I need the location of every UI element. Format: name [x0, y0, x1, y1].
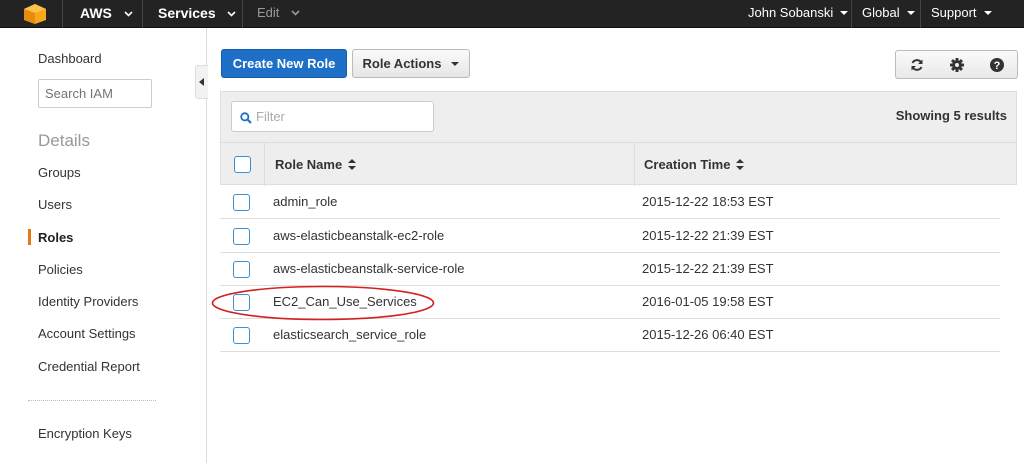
column-role-name-label: Role Name — [275, 157, 343, 172]
region-label: Global — [862, 5, 900, 20]
sidebar-item-policies[interactable]: Policies — [38, 262, 83, 277]
table-row[interactable]: aws-elasticbeanstalk-service-role 2015-1… — [220, 253, 1000, 286]
edit-menu-label: Edit — [257, 5, 280, 20]
collapse-sidebar-button[interactable] — [195, 65, 208, 99]
column-creation-time: Creation Time — [635, 143, 1016, 186]
help-button[interactable]: ? — [977, 50, 1018, 79]
chevron-left-icon — [199, 78, 204, 86]
row-checkbox[interactable] — [233, 294, 250, 311]
top-navigation-bar: AWS Services Edit John Sobanski Global S… — [0, 0, 1024, 28]
table-row[interactable]: EC2_Can_Use_Services 2016-01-05 19:58 ES… — [220, 286, 1000, 319]
edit-menu[interactable]: Edit — [257, 0, 300, 28]
creation-time: 2015-12-26 06:40 EST — [642, 327, 774, 342]
role-name[interactable]: aws-elasticbeanstalk-service-role — [273, 261, 464, 276]
creation-time: 2015-12-22 21:39 EST — [642, 261, 774, 276]
sort-role-name[interactable]: Role Name — [275, 157, 357, 172]
table-row[interactable]: admin_role 2015-12-22 18:53 EST — [220, 186, 1000, 219]
active-indicator — [28, 229, 31, 245]
sidebar-item-groups[interactable]: Groups — [38, 165, 81, 180]
filter-placeholder: Filter — [256, 109, 285, 124]
role-name[interactable]: admin_role — [273, 194, 337, 209]
caret-down-icon — [840, 10, 849, 15]
caret-down-icon — [906, 10, 915, 15]
refresh-button[interactable] — [895, 50, 937, 79]
role-name[interactable]: elasticsearch_service_role — [273, 327, 426, 342]
create-new-role-button[interactable]: Create New Role — [221, 49, 347, 78]
sidebar: Dashboard Details Groups Users Roles Pol… — [0, 28, 207, 463]
creation-time: 2016-01-05 19:58 EST — [642, 294, 774, 309]
support-menu[interactable]: Support — [931, 0, 992, 28]
aws-menu[interactable]: AWS — [80, 0, 133, 28]
role-actions-label: Role Actions — [362, 56, 442, 71]
creation-time: 2015-12-22 21:39 EST — [642, 228, 774, 243]
help-icon: ? — [990, 58, 1004, 72]
user-name: John Sobanski — [748, 5, 834, 20]
services-menu-label: Services — [158, 5, 216, 21]
role-name[interactable]: aws-elasticbeanstalk-ec2-role — [273, 228, 444, 243]
column-role-name: Role Name — [265, 143, 635, 186]
chevron-down-icon — [123, 10, 133, 17]
region-menu[interactable]: Global — [862, 0, 915, 28]
results-panel: Filter Showing 5 results Role Name Creat… — [220, 91, 1017, 186]
sidebar-item-users[interactable]: Users — [38, 197, 72, 212]
nav-divider — [920, 0, 921, 28]
sidebar-divider — [28, 400, 156, 401]
services-menu[interactable]: Services — [158, 0, 236, 28]
caret-down-icon — [983, 10, 992, 15]
sidebar-item-account-settings[interactable]: Account Settings — [38, 326, 136, 341]
nav-divider — [142, 0, 143, 28]
caret-down-icon — [451, 61, 460, 66]
row-checkbox[interactable] — [233, 327, 250, 344]
row-checkbox[interactable] — [233, 228, 250, 245]
user-menu[interactable]: John Sobanski — [748, 0, 849, 28]
chevron-down-icon — [291, 9, 300, 16]
refresh-icon — [911, 59, 923, 71]
row-checkbox[interactable] — [233, 261, 250, 278]
gear-icon — [950, 58, 964, 72]
sidebar-item-dashboard[interactable]: Dashboard — [38, 51, 102, 66]
support-label: Support — [931, 5, 977, 20]
sidebar-item-roles[interactable]: Roles — [38, 230, 73, 245]
aws-logo-icon[interactable] — [22, 3, 48, 25]
creation-time: 2015-12-22 18:53 EST — [642, 194, 774, 209]
nav-divider — [851, 0, 852, 28]
sort-creation-time[interactable]: Creation Time — [644, 157, 745, 172]
chevron-down-icon — [227, 10, 236, 17]
section-title-details: Details — [38, 131, 90, 150]
svg-text:?: ? — [994, 60, 1001, 72]
aws-menu-label: AWS — [80, 5, 112, 21]
nav-divider — [242, 0, 243, 28]
role-actions-button[interactable]: Role Actions — [352, 49, 470, 78]
sidebar-item-encryption-keys[interactable]: Encryption Keys — [38, 426, 132, 441]
sort-icon — [348, 159, 357, 171]
sidebar-item-credential-report[interactable]: Credential Report — [38, 359, 140, 374]
table-header: Role Name Creation Time — [221, 142, 1016, 186]
select-all-cell — [221, 143, 265, 186]
table-row[interactable]: elasticsearch_service_role 2015-12-26 06… — [220, 319, 1000, 352]
sort-icon — [736, 159, 745, 171]
search-icon — [240, 112, 252, 124]
column-creation-time-label: Creation Time — [644, 157, 731, 172]
select-all-checkbox[interactable] — [234, 156, 251, 173]
results-count: Showing 5 results — [895, 108, 1007, 123]
sidebar-item-identity-providers[interactable]: Identity Providers — [38, 294, 138, 309]
settings-button[interactable] — [936, 50, 978, 79]
nav-divider — [62, 0, 63, 28]
filter-input[interactable]: Filter — [231, 101, 434, 132]
table-row[interactable]: aws-elasticbeanstalk-ec2-role 2015-12-22… — [220, 220, 1000, 253]
role-name[interactable]: EC2_Can_Use_Services — [273, 294, 417, 309]
row-checkbox[interactable] — [233, 194, 250, 211]
search-iam-input[interactable] — [38, 79, 152, 108]
